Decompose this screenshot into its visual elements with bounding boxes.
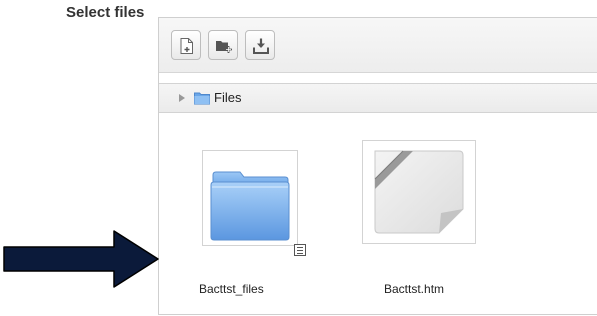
expand-arrow-icon[interactable] [178, 93, 186, 103]
new-folder-icon [216, 41, 232, 53]
select-files-label: Select files [66, 4, 145, 21]
file-menu-icon[interactable] [294, 244, 306, 256]
add-file-button[interactable] [171, 30, 201, 60]
file-thumbnail[interactable] [362, 140, 476, 244]
document-icon [374, 150, 464, 234]
folder-icon [210, 171, 290, 241]
file-manager: Files Bacttst_files Bacttst.htm [158, 17, 597, 315]
download-icon [253, 38, 269, 54]
folder-icon [194, 92, 210, 105]
path-bar: Files [159, 83, 597, 113]
file-manager-toolbar [159, 17, 597, 73]
folder-thumbnail[interactable] [202, 150, 298, 246]
file-name-document[interactable]: Bacttst.htm [384, 282, 444, 296]
create-folder-button[interactable] [208, 30, 238, 60]
download-all-button[interactable] [245, 30, 275, 60]
file-name-folder[interactable]: Bacttst_files [199, 282, 264, 296]
path-root-files[interactable]: Files [214, 90, 241, 105]
add-file-icon [180, 38, 193, 54]
pointer-arrow-icon [3, 230, 159, 288]
